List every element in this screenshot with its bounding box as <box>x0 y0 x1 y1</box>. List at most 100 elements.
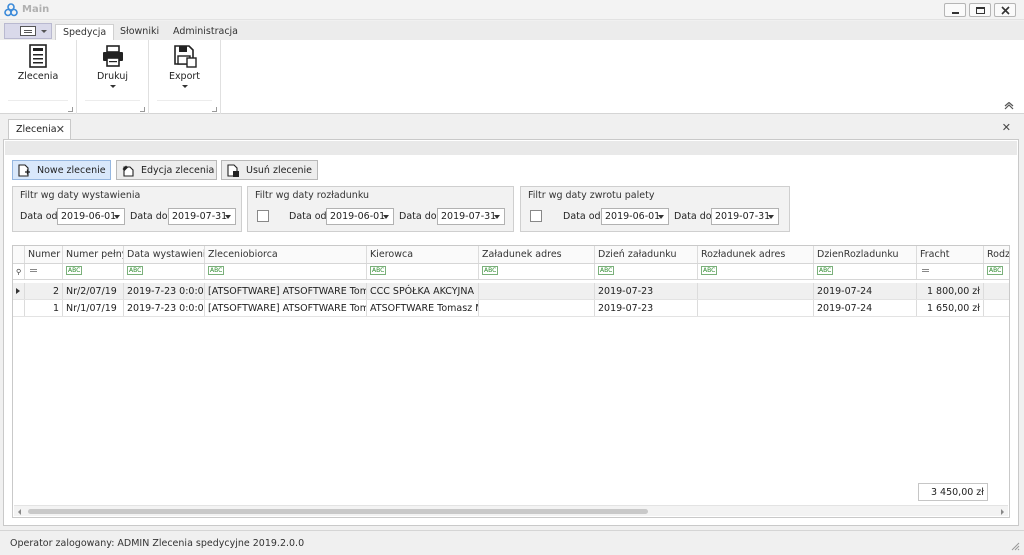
cell-numer-pelny[interactable]: Nr/2/07/19 <box>63 283 124 299</box>
minimize-button[interactable] <box>944 3 966 17</box>
scrollbar-thumb[interactable] <box>28 509 648 514</box>
cell-rozladunek-adres[interactable] <box>698 283 814 299</box>
column-header-dzien-zaladunku[interactable]: Dzień załadunku <box>595 246 698 263</box>
cell-dzien-rozladunku[interactable]: 2019-07-24 <box>814 300 917 316</box>
delete-order-button[interactable]: Usuń zlecenie <box>221 160 318 180</box>
size-grip-icon[interactable] <box>1010 541 1020 551</box>
chevron-down-icon[interactable] <box>494 215 500 219</box>
filter-cell-data-wystawienia[interactable]: ABC <box>124 264 205 279</box>
filter-cell-zaladunek-adres[interactable]: ABC <box>479 264 595 279</box>
cell-zleceniobiorca[interactable]: [ATSOFTWARE] ATSOFTWARE Toma... <box>205 300 367 316</box>
text-filter-icon: ABC <box>701 266 718 275</box>
zlecenia-label: Zlecenia <box>17 71 59 82</box>
export-button[interactable]: Export <box>149 44 220 102</box>
close-tab-icon[interactable]: ✕ <box>56 123 65 136</box>
pallet-date-from-picker[interactable]: 2019-06-01 <box>601 208 669 225</box>
chevron-down-icon[interactable] <box>768 215 774 219</box>
tab-zlecenia[interactable]: Zlecenia ✕ <box>8 119 71 139</box>
cell-fracht[interactable]: 1 650,00 zł <box>917 300 984 316</box>
new-order-button[interactable]: Nowe zlecenie <box>12 160 111 180</box>
chevron-down-icon[interactable] <box>383 215 389 219</box>
edit-order-label: Edycja zlecenia <box>141 165 215 176</box>
ribbon-panel: Zlecenia Drukuj Export <box>0 40 1024 114</box>
chevron-down-icon[interactable] <box>658 215 664 219</box>
zlecenia-button[interactable]: Zlecenia <box>0 44 76 102</box>
fracht-total: 3 450,00 zł <box>918 483 988 501</box>
filter-cell-zleceniobiorca[interactable]: ABC <box>205 264 367 279</box>
horizontal-scrollbar[interactable] <box>14 505 1008 516</box>
table-row[interactable]: 1 Nr/1/07/19 2019-7-23 0:0:0.0 [ATSOFTWA… <box>13 300 1009 317</box>
filter-cell-rozladunek-adres[interactable]: ABC <box>698 264 814 279</box>
grid-header-row: Numer Numer pełny Data wystawienia Zlece… <box>13 246 1009 264</box>
close-icon <box>1001 6 1010 15</box>
group-launcher-icon[interactable] <box>68 107 73 112</box>
filter-cell-dzien-rozladunku[interactable]: ABC <box>814 264 917 279</box>
cell-rodzaj[interactable] <box>984 283 1009 299</box>
filter-cell-kierowca[interactable]: ABC <box>367 264 479 279</box>
chevron-down-icon[interactable] <box>225 215 231 219</box>
cell-kierowca[interactable]: ATSOFTWARE Tomasz M... <box>367 300 479 316</box>
scroll-right-icon[interactable] <box>1001 509 1004 515</box>
cell-dzien-rozladunku[interactable]: 2019-07-24 <box>814 283 917 299</box>
column-header-fracht[interactable]: Fracht <box>917 246 984 263</box>
cell-zleceniobiorca[interactable]: [ATSOFTWARE] ATSOFTWARE Toma... <box>205 283 367 299</box>
filter-cell-numer[interactable] <box>25 264 63 279</box>
issue-date-to-picker[interactable]: 2019-07-31 <box>168 208 236 225</box>
application-menu-button[interactable] <box>4 23 52 39</box>
cell-numer[interactable]: 1 <box>25 300 63 316</box>
column-header-rodzaj[interactable]: Rodza <box>984 246 1009 263</box>
filter-cell-fracht[interactable] <box>917 264 984 279</box>
collapse-ribbon-icon[interactable] <box>1004 102 1014 110</box>
column-header-data-wystawienia[interactable]: Data wystawienia <box>124 246 205 263</box>
filter-cell-rodzaj[interactable]: ABC <box>984 264 1009 279</box>
column-header-zleceniobiorca[interactable]: Zleceniobiorca <box>205 246 367 263</box>
close-button[interactable] <box>994 3 1016 17</box>
text-filter-icon: ABC <box>817 266 834 275</box>
orders-grid[interactable]: Numer Numer pełny Data wystawienia Zlece… <box>12 245 1010 518</box>
column-header-dzien-rozladunku[interactable]: DzienRozladunku <box>814 246 917 263</box>
cell-dzien-zaladunku[interactable]: 2019-07-23 <box>595 283 698 299</box>
column-header-zaladunek-adres[interactable]: Załadunek adres <box>479 246 595 263</box>
pallet-date-to-picker[interactable]: 2019-07-31 <box>711 208 779 225</box>
table-row[interactable]: 2 Nr/2/07/19 2019-7-23 0:0:0.0 [ATSOFTWA… <box>13 283 1009 300</box>
cell-kierowca[interactable]: CCC SPÓŁKA AKCYJNA <box>367 283 479 299</box>
chevron-down-icon <box>109 85 116 88</box>
cell-zaladunek-adres[interactable] <box>479 300 595 316</box>
unload-date-from-picker[interactable]: 2019-06-01 <box>326 208 394 225</box>
text-filter-icon: ABC <box>598 266 615 275</box>
tab-administracja[interactable]: Administracja <box>166 24 245 41</box>
issue-date-from-picker[interactable]: 2019-06-01 <box>57 208 125 225</box>
cell-rodzaj[interactable] <box>984 300 1009 316</box>
filter-pallet-return-date-checkbox[interactable] <box>530 210 542 222</box>
column-header-numer[interactable]: Numer <box>25 246 63 263</box>
cell-data-wystawienia[interactable]: 2019-7-23 0:0:0.0 <box>124 300 205 316</box>
cell-fracht[interactable]: 1 800,00 zł <box>917 283 984 299</box>
filter-unload-date-checkbox[interactable] <box>257 210 269 222</box>
tab-slowniki[interactable]: Słowniki <box>113 24 166 41</box>
export-label: Export <box>168 71 201 82</box>
chevron-down-icon[interactable] <box>114 215 120 219</box>
filter-pallet-return-date: Filtr wg daty zwrotu palety Data od 2019… <box>520 186 790 232</box>
filter-cell-numer-pelny[interactable]: ABC <box>63 264 124 279</box>
cell-zaladunek-adres[interactable] <box>479 283 595 299</box>
maximize-button[interactable] <box>969 3 991 17</box>
cell-data-wystawienia[interactable]: 2019-7-23 0:0:0.0 <box>124 283 205 299</box>
drukuj-button[interactable]: Drukuj <box>77 44 148 102</box>
cell-rozladunek-adres[interactable] <box>698 300 814 316</box>
column-header-kierowca[interactable]: Kierowca <box>367 246 479 263</box>
group-launcher-icon[interactable] <box>140 107 145 112</box>
column-header-numer-pelny[interactable]: Numer pełny <box>63 246 124 263</box>
equals-filter-icon <box>922 269 929 272</box>
cell-numer-pelny[interactable]: Nr/1/07/19 <box>63 300 124 316</box>
filter-cell-dzien-zaladunku[interactable]: ABC <box>595 264 698 279</box>
unload-date-to-picker[interactable]: 2019-07-31 <box>437 208 505 225</box>
cell-numer[interactable]: 2 <box>25 283 63 299</box>
column-header-rozladunek-adres[interactable]: Rozładunek adres <box>698 246 814 263</box>
scroll-left-icon[interactable] <box>18 509 21 515</box>
close-document-icon[interactable]: ✕ <box>1002 121 1011 134</box>
tab-spedycja[interactable]: Spedycja <box>55 24 115 41</box>
cell-dzien-zaladunku[interactable]: 2019-07-23 <box>595 300 698 316</box>
minimize-icon <box>952 12 959 14</box>
edit-order-button[interactable]: Edycja zlecenia <box>116 160 217 180</box>
group-launcher-icon[interactable] <box>212 107 217 112</box>
